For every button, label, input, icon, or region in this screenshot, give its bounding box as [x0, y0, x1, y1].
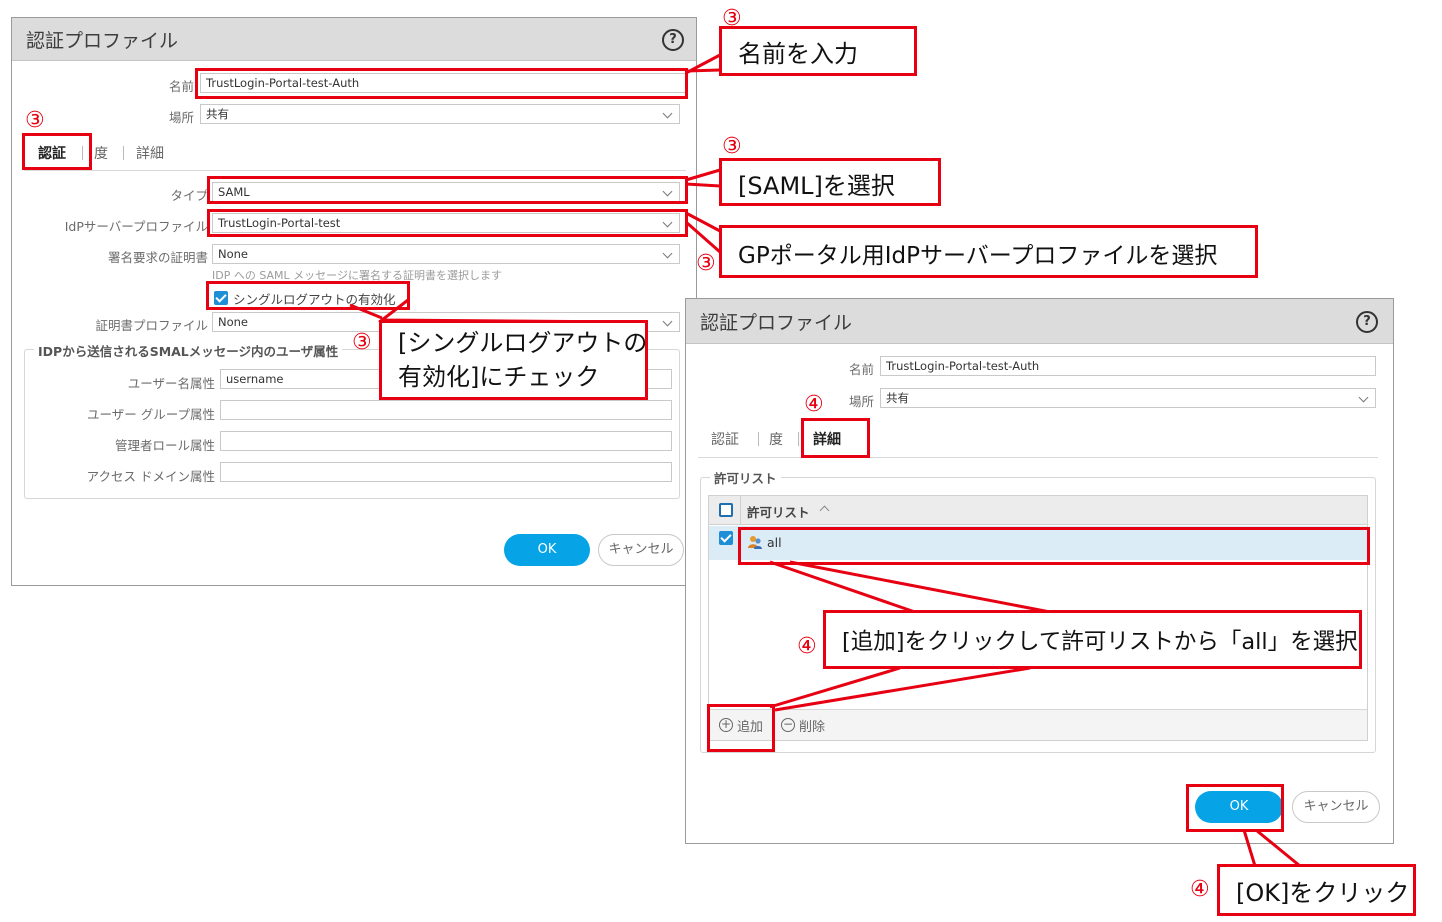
step-number: ③ [722, 6, 742, 31]
highlight-advanced-tab [801, 418, 870, 458]
callout-select-idp-text: GPポータル用IdPサーバープロファイルを選択 [738, 243, 1218, 269]
highlight-auth-tab [22, 133, 92, 170]
step-number: ④ [1190, 877, 1210, 902]
step-number: ④ [804, 392, 824, 417]
callout-select-idp: GPポータル用IdPサーバープロファイルを選択 [719, 225, 1258, 278]
highlight-idp-select [207, 209, 688, 237]
highlight-type-select [207, 176, 688, 204]
callout-select-saml-text: [SAML]を選択 [738, 172, 895, 200]
callout-check-slo: [シングルログアウトの 有効化]にチェック [379, 320, 648, 400]
callout-add-all-text: [追加]をクリックして許可リストから「all」を選択 [842, 629, 1358, 655]
highlight-name-input [195, 68, 688, 99]
callout-click-ok-text: [OK]をクリック [1236, 879, 1410, 907]
highlight-ok-button [1186, 784, 1284, 832]
callout-check-slo-line1: [シングルログアウトの [398, 329, 648, 357]
callout-click-ok: [OK]をクリック [1217, 864, 1416, 916]
highlight-add-button [707, 704, 775, 752]
highlight-all-row [738, 527, 1370, 565]
callout-enter-name: 名前を入力 [719, 26, 917, 76]
callout-add-all: [追加]をクリックして許可リストから「all」を選択 [823, 610, 1362, 669]
step-number: ③ [722, 134, 742, 159]
highlight-slo-checkbox [206, 281, 410, 310]
callout-check-slo-line2: 有効化]にチェック [398, 363, 600, 391]
callout-select-saml: [SAML]を選択 [719, 158, 941, 206]
step-number: ③ [25, 108, 45, 133]
step-number: ④ [797, 634, 817, 659]
callout-enter-name-text: 名前を入力 [738, 40, 858, 68]
step-number: ③ [352, 330, 372, 355]
step-number: ③ [696, 251, 716, 276]
